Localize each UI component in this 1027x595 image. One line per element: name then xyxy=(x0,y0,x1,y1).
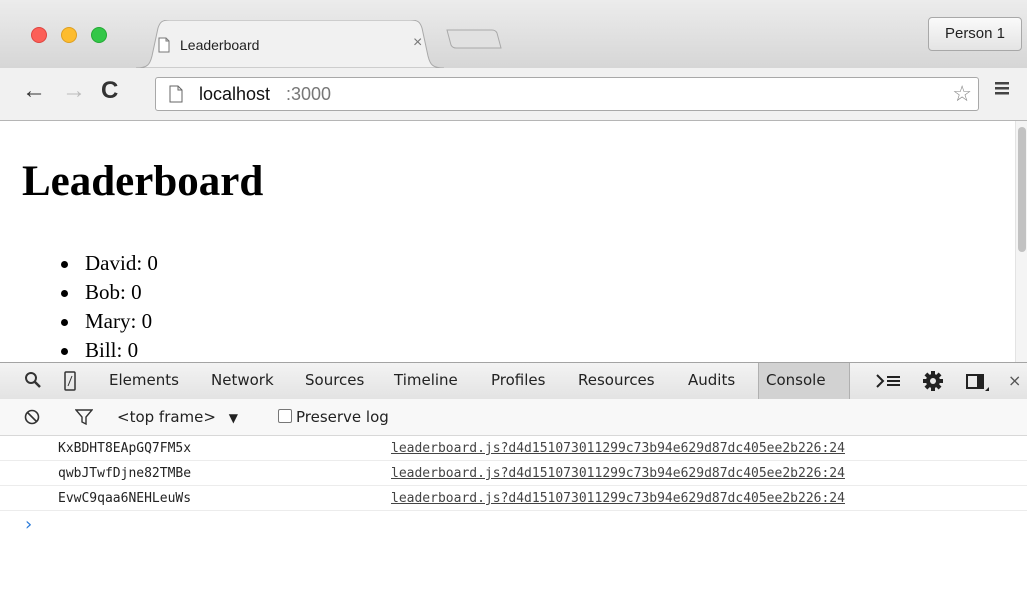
forward-arrow-icon[interactable]: → xyxy=(62,78,86,104)
reload-icon[interactable]: C xyxy=(101,78,118,104)
page-icon xyxy=(169,85,183,103)
console-source-link[interactable]: leaderboard.js?d4d151073011299c73b94e629… xyxy=(391,491,845,506)
dropdown-arrow-icon: ▼ xyxy=(228,411,238,425)
list-item: Bill: 0 xyxy=(60,336,158,362)
dock-side-icon[interactable] xyxy=(966,374,990,392)
frame-select-value: <top frame> xyxy=(117,408,216,426)
profile-button[interactable]: Person 1 xyxy=(928,17,1022,51)
console-source-link[interactable]: leaderboard.js?d4d151073011299c73b94e629… xyxy=(391,466,845,481)
console-drawer-icon[interactable] xyxy=(876,374,902,388)
url-host: localhost xyxy=(199,84,271,104)
bookmark-star-icon[interactable]: ☆ xyxy=(952,81,972,107)
tab-resources[interactable]: Resources xyxy=(578,371,655,389)
preserve-log-checkbox[interactable]: Preserve log xyxy=(278,408,389,426)
browser-toolbar: ← → C localhost :3000 ☆ xyxy=(0,68,1027,121)
checkbox-box[interactable] xyxy=(278,409,292,423)
console-prompt-icon[interactable]: › xyxy=(25,514,32,535)
console-source-link[interactable]: leaderboard.js?d4d151073011299c73b94e629… xyxy=(391,441,845,456)
new-tab-button[interactable] xyxy=(446,29,502,49)
settings-gear-icon[interactable] xyxy=(922,370,944,392)
device-mode-icon[interactable] xyxy=(63,371,77,391)
tab-title: Leaderboard xyxy=(180,37,260,53)
list-item: Mary: 0 xyxy=(60,307,158,336)
console-row: qwbJTwfDjne82TMBe leaderboard.js?d4d1510… xyxy=(0,461,1027,486)
devtools-close-icon[interactable]: × xyxy=(1008,371,1021,390)
window-zoom-button[interactable] xyxy=(91,27,107,43)
list-item: Bob: 0 xyxy=(60,278,158,307)
browser-titlebar: Leaderboard × Person 1 xyxy=(0,0,1027,68)
page-viewport: Leaderboard David: 0 Bob: 0 Mary: 0 Bill… xyxy=(0,121,1015,362)
console-row: EvwC9qaa6NEHLeuWs leaderboard.js?d4d1510… xyxy=(0,486,1027,511)
console-message: KxBDHT8EApGQ7FM5x xyxy=(58,441,192,456)
devtools-panel: Elements Network Sources Timeline Profil… xyxy=(0,362,1027,595)
tab-elements[interactable]: Elements xyxy=(109,371,179,389)
window-close-button[interactable] xyxy=(31,27,47,43)
console-message: qwbJTwfDjne82TMBe xyxy=(58,466,192,481)
tab-network[interactable]: Network xyxy=(211,371,274,389)
tab-timeline[interactable]: Timeline xyxy=(394,371,458,389)
scrollbar-thumb[interactable] xyxy=(1018,127,1026,252)
menu-icon[interactable] xyxy=(994,80,1010,96)
filter-icon[interactable] xyxy=(75,409,93,425)
page-scrollbar[interactable] xyxy=(1015,121,1027,362)
player-list: David: 0 Bob: 0 Mary: 0 Bill: 0 xyxy=(60,249,158,362)
frame-select[interactable]: <top frame> ▼ xyxy=(117,408,238,426)
console-log: KxBDHT8EApGQ7FM5x leaderboard.js?d4d1510… xyxy=(0,436,1027,511)
devtools-tabbar: Elements Network Sources Timeline Profil… xyxy=(0,362,1027,400)
preserve-log-label: Preserve log xyxy=(296,408,389,426)
tab-audits[interactable]: Audits xyxy=(688,371,735,389)
tab-close-icon[interactable]: × xyxy=(413,34,422,52)
address-bar[interactable]: localhost :3000 ☆ xyxy=(155,77,979,111)
tab-leaderboard[interactable]: Leaderboard × xyxy=(136,20,444,68)
tab-console[interactable]: Console xyxy=(766,371,826,389)
page-title: Leaderboard xyxy=(22,158,264,205)
page-icon xyxy=(158,37,170,53)
tab-profiles[interactable]: Profiles xyxy=(491,371,545,389)
inspect-search-icon[interactable] xyxy=(24,371,42,389)
url-port: :3000 xyxy=(286,84,332,104)
list-item: David: 0 xyxy=(60,249,158,278)
console-row: KxBDHT8EApGQ7FM5x leaderboard.js?d4d1510… xyxy=(0,436,1027,461)
tab-sources[interactable]: Sources xyxy=(305,371,364,389)
back-arrow-icon[interactable]: ← xyxy=(22,78,46,104)
window-minimize-button[interactable] xyxy=(61,27,77,43)
clear-console-icon[interactable] xyxy=(24,409,40,425)
console-filterbar: <top frame> ▼ Preserve log xyxy=(0,399,1027,436)
console-message: EvwC9qaa6NEHLeuWs xyxy=(58,491,192,506)
